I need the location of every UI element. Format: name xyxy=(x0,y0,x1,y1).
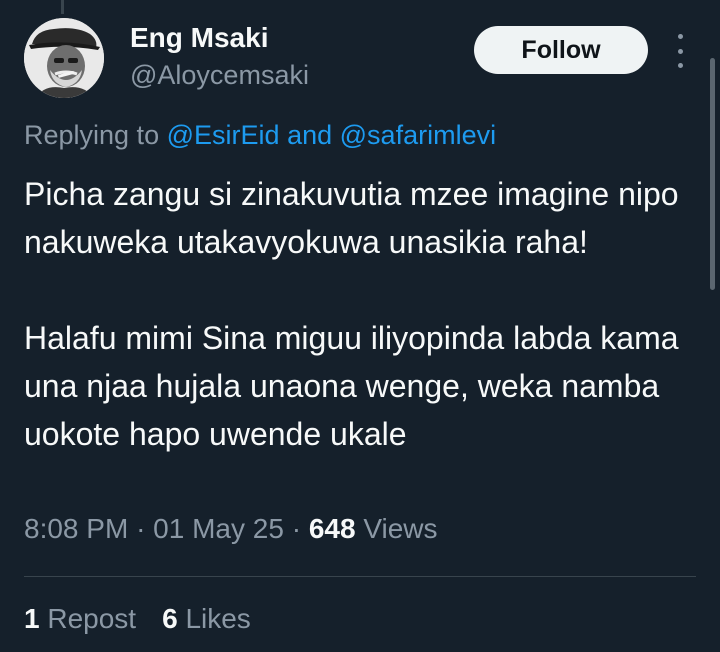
likes-count: 6 xyxy=(162,603,178,634)
reposts-count: 1 xyxy=(24,603,40,634)
meta-separator: · xyxy=(136,513,146,544)
tweet-meta: 8:08 PM · 01 May 25 · 648 Views xyxy=(24,513,438,545)
tweet-paragraph: Halafu mimi Sina miguu iliyopinda labda … xyxy=(24,320,679,452)
tweet-time[interactable]: 8:08 PM xyxy=(24,513,128,544)
avatar[interactable] xyxy=(24,18,104,98)
tweet-text: Picha zangu si zinakuvutia mzee imagine … xyxy=(24,170,704,458)
avatar-photo xyxy=(24,18,104,98)
thread-connector-line xyxy=(61,0,64,14)
likes-label: Likes xyxy=(185,603,251,634)
more-options-icon[interactable] xyxy=(666,34,694,68)
meta-separator: · xyxy=(291,513,302,544)
more-dot xyxy=(677,48,683,54)
tweet-date[interactable]: 01 May 25 xyxy=(153,513,284,544)
likes-link[interactable]: 6 Likes xyxy=(162,603,251,634)
reposts-link[interactable]: 1 Repost xyxy=(24,603,136,634)
replying-connector: and xyxy=(287,120,333,150)
more-dot xyxy=(677,63,683,68)
reposts-label: Repost xyxy=(47,603,137,634)
scrollbar[interactable] xyxy=(710,58,715,290)
divider xyxy=(24,576,696,577)
tweet-paragraph: Picha zangu si zinakuvutia mzee imagine … xyxy=(24,176,679,260)
mention-esireid-link[interactable]: @EsirEid xyxy=(167,120,280,150)
author-name[interactable]: Eng Msaki xyxy=(130,22,268,54)
views-label: Views xyxy=(363,513,438,544)
views-count: 648 xyxy=(308,513,356,544)
replying-to-prefix: Replying to xyxy=(24,120,160,150)
follow-button[interactable]: Follow xyxy=(474,26,648,74)
author-handle[interactable]: @Aloycemsaki xyxy=(130,60,309,91)
mention-safarimlevi-link[interactable]: @safarimlevi xyxy=(340,120,496,150)
engagement-stats: 1 Repost 6 Likes xyxy=(24,603,251,635)
replying-to: Replying to @EsirEid and @safarimlevi xyxy=(24,120,496,151)
more-dot xyxy=(677,34,683,39)
